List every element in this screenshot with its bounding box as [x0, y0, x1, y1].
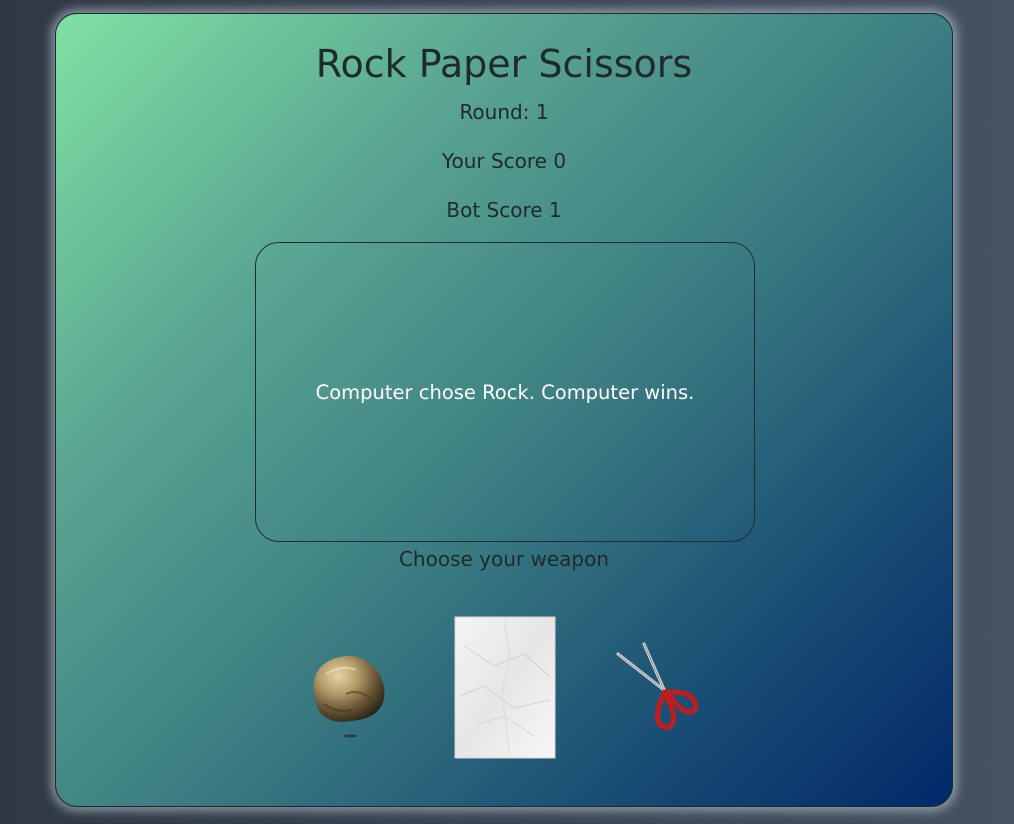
scissors-button[interactable]: [614, 642, 704, 734]
bot-score: Bot Score 1: [446, 198, 562, 222]
player-score: Your Score 0: [441, 149, 567, 173]
game-card: Rock Paper Scissors Round: 1 Your Score …: [55, 13, 953, 807]
scissors-icon: [616, 642, 699, 730]
page-title: Rock Paper Scissors: [315, 42, 693, 86]
round-counter: Round: 1: [459, 100, 549, 124]
result-panel: Computer chose Rock. Computer wins.: [255, 242, 755, 542]
paper-button[interactable]: [454, 616, 556, 759]
weapon-prompt: Choose your weapon: [398, 547, 610, 571]
result-message: Computer chose Rock. Computer wins.: [315, 380, 695, 404]
rock-icon: [313, 656, 385, 738]
rock-button[interactable]: [306, 644, 390, 740]
paper-icon: [454, 616, 556, 759]
